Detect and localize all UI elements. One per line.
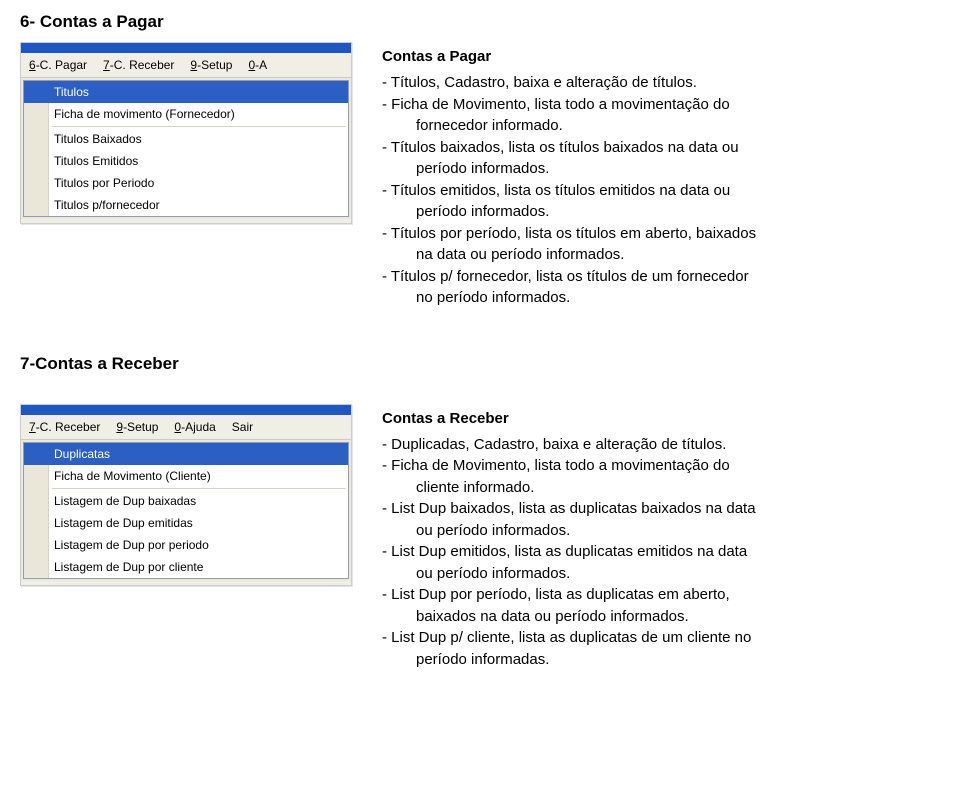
desc-line: - Ficha de Movimento, lista todo a movim… xyxy=(382,456,940,476)
dropdown-menu-1: Titulos Ficha de movimento (Fornecedor) … xyxy=(23,80,349,217)
desc-line: - Títulos emitidos, lista os títulos emi… xyxy=(382,181,940,201)
menubar-item-creceber[interactable]: 7-C. Receber xyxy=(95,56,182,74)
menubar-item-ajuda[interactable]: 0-A xyxy=(240,56,275,74)
desc-title-1: Contas a Pagar xyxy=(382,48,940,65)
desc-line-cont: na data ou período informados. xyxy=(416,245,940,265)
menu-item-ficha-mov-cliente[interactable]: Ficha de Movimento (Cliente) xyxy=(24,465,348,487)
desc-line: - Ficha de Movimento, lista todo a movim… xyxy=(382,95,940,115)
menubar-item-sair[interactable]: Sair xyxy=(224,418,261,436)
menubar-item-ajuda[interactable]: 0-Ajuda xyxy=(166,418,223,436)
menu-item-dup-baixadas[interactable]: Listagem de Dup baixadas xyxy=(24,490,348,512)
desc-line-cont: baixados na data ou período informados. xyxy=(416,607,940,627)
desc-list-2: - Duplicadas, Cadastro, baixa e alteraçã… xyxy=(382,435,940,670)
section-1-row: 6-C. Pagar 7-C. Receber 9-Setup 0-A Titu… xyxy=(20,42,940,310)
desc-line-cont: ou período informados. xyxy=(416,521,940,541)
menubar-item-cpagar[interactable]: 6-C. Pagar xyxy=(21,56,95,74)
menu-item-dup-cliente[interactable]: Listagem de Dup por cliente xyxy=(24,556,348,578)
desc-line-cont: período informadas. xyxy=(416,650,940,670)
menu-item-dup-periodo[interactable]: Listagem de Dup por periodo xyxy=(24,534,348,556)
desc-line-cont: ou período informados. xyxy=(416,564,940,584)
desc-line-cont: período informados. xyxy=(416,202,940,222)
desc-title-2: Contas a Receber xyxy=(382,410,940,427)
section-1-heading: 6- Contas a Pagar xyxy=(20,12,940,32)
menubar-item-setup[interactable]: 9-Setup xyxy=(108,418,166,436)
menu-tail xyxy=(21,219,351,223)
menu-item-titulos-periodo[interactable]: Titulos por Periodo xyxy=(24,172,348,194)
desc-line: - List Dup p/ cliente, lista as duplicat… xyxy=(382,628,940,648)
menu-separator xyxy=(52,126,346,127)
desc-col-1: Contas a Pagar - Títulos, Cadastro, baix… xyxy=(382,42,940,310)
menu-item-dup-emitidas[interactable]: Listagem de Dup emitidas xyxy=(24,512,348,534)
menu-item-duplicatas[interactable]: Duplicatas xyxy=(24,443,348,465)
desc-line-cont: período informados. xyxy=(416,159,940,179)
section-2-row: 7-C. Receber 9-Setup 0-Ajuda Sair Duplic… xyxy=(20,404,940,672)
desc-line: - Títulos baixados, lista os títulos bai… xyxy=(382,138,940,158)
desc-line-cont: cliente informado. xyxy=(416,478,940,498)
desc-line: - List Dup por período, lista as duplica… xyxy=(382,585,940,605)
desc-line: - Títulos p/ fornecedor, lista os título… xyxy=(382,267,940,287)
menu-item-titulos[interactable]: Titulos xyxy=(24,81,348,103)
desc-col-2: Contas a Receber - Duplicadas, Cadastro,… xyxy=(382,404,940,672)
menu-item-ficha-mov[interactable]: Ficha de movimento (Fornecedor) xyxy=(24,103,348,125)
menu-item-titulos-baixados[interactable]: Titulos Baixados xyxy=(24,128,348,150)
desc-line: - List Dup emitidos, lista as duplicatas… xyxy=(382,542,940,562)
menu-box-2: 7-C. Receber 9-Setup 0-Ajuda Sair Duplic… xyxy=(20,404,352,586)
menu-item-titulos-fornecedor[interactable]: Titulos p/fornecedor xyxy=(24,194,348,216)
section-2-heading: 7-Contas a Receber xyxy=(20,354,940,374)
menu-tail xyxy=(21,581,351,585)
desc-line: - Títulos, Cadastro, baixa e alteração d… xyxy=(382,73,940,93)
menu-separator xyxy=(52,488,346,489)
dropdown-menu-2: Duplicatas Ficha de Movimento (Cliente) … xyxy=(23,442,349,579)
menubar-item-creceber[interactable]: 7-C. Receber xyxy=(21,418,108,436)
desc-line: - Duplicadas, Cadastro, baixa e alteraçã… xyxy=(382,435,940,455)
desc-line: - List Dup baixados, lista as duplicatas… xyxy=(382,499,940,519)
menu-box-1: 6-C. Pagar 7-C. Receber 9-Setup 0-A Titu… xyxy=(20,42,352,224)
menu-bar-2: 7-C. Receber 9-Setup 0-Ajuda Sair xyxy=(21,415,351,440)
window-title-bar xyxy=(21,43,351,53)
desc-line: - Títulos por período, lista os títulos … xyxy=(382,224,940,244)
window-title-bar xyxy=(21,405,351,415)
desc-list-1: - Títulos, Cadastro, baixa e alteração d… xyxy=(382,73,940,308)
menubar-item-setup[interactable]: 9-Setup xyxy=(182,56,240,74)
desc-line-cont: no período informados. xyxy=(416,288,940,308)
menu-item-titulos-emitidos[interactable]: Titulos Emitidos xyxy=(24,150,348,172)
menu-bar-1: 6-C. Pagar 7-C. Receber 9-Setup 0-A xyxy=(21,53,351,78)
desc-line-cont: fornecedor informado. xyxy=(416,116,940,136)
